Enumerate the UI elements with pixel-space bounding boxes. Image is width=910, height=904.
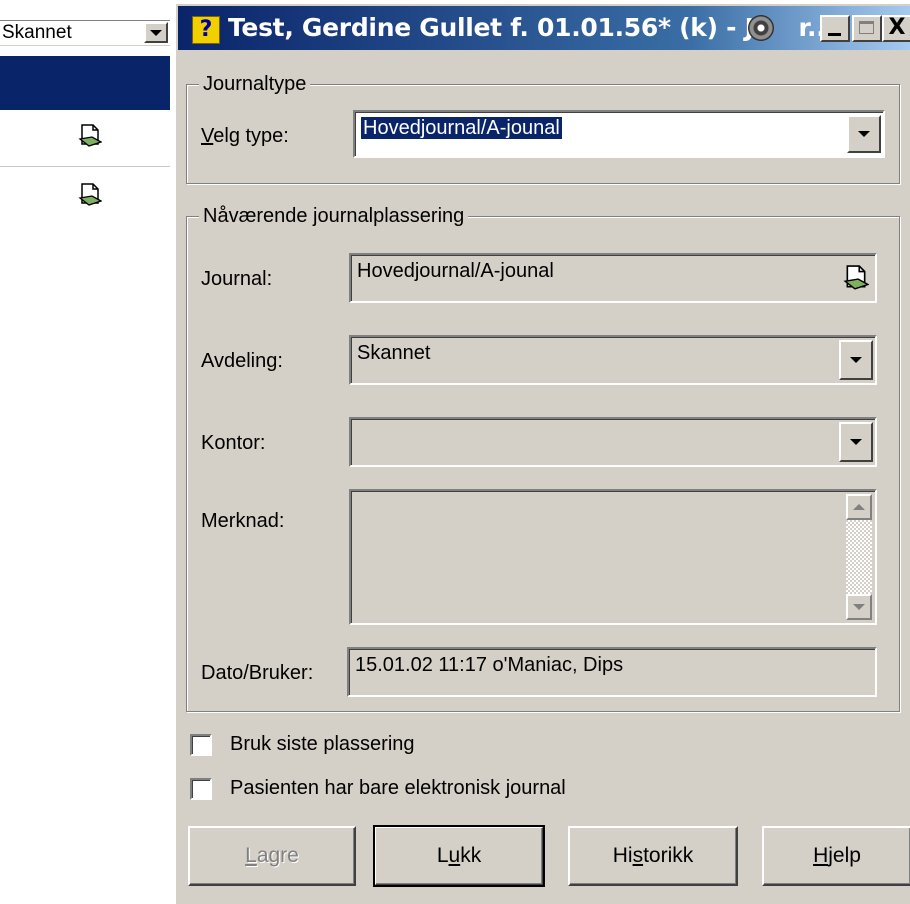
journal-dialog: ? Test, Gerdine Gullet f. 01.01.56* (k) … bbox=[174, 2, 910, 904]
dato-bruker-label: Dato/Bruker: bbox=[201, 662, 314, 684]
window-title: Test, Gerdine Gullet f. 01.01.56* (k) - … bbox=[228, 13, 835, 42]
help-app-icon: ? bbox=[192, 16, 220, 44]
document-printer-icon[interactable] bbox=[78, 183, 102, 207]
maximize-icon bbox=[859, 21, 874, 34]
close-icon: X bbox=[888, 15, 906, 40]
avdeling-select[interactable]: Skannet bbox=[349, 335, 877, 385]
scroll-up-button[interactable] bbox=[846, 494, 872, 520]
bruk-siste-plassering-checkbox[interactable] bbox=[190, 734, 212, 756]
background-list-row[interactable] bbox=[0, 171, 170, 227]
journal-value: Hovedjournal/A-jounal bbox=[357, 260, 554, 282]
velg-type-value: Hovedjournal/A-jounal bbox=[361, 117, 562, 139]
placement-group-title: Nåværende journalplassering bbox=[199, 204, 469, 228]
dato-bruker-value: 15.01.02 11:17 o'Maniac, Dips bbox=[355, 654, 624, 676]
minimize-button[interactable] bbox=[820, 15, 850, 42]
cd-disk-icon bbox=[748, 15, 774, 41]
chevron-down-icon bbox=[850, 357, 862, 363]
chevron-down-icon bbox=[850, 439, 862, 445]
lagre-button-label: Lagre bbox=[245, 844, 299, 867]
maximize-button[interactable] bbox=[852, 15, 882, 42]
background-combo-dropdown-button[interactable] bbox=[144, 22, 168, 43]
avdeling-dropdown-button[interactable] bbox=[839, 340, 873, 380]
arrow-up-icon bbox=[853, 504, 865, 510]
chevron-down-icon bbox=[858, 131, 870, 137]
hjelp-button-label: Hjelp bbox=[813, 844, 861, 867]
lagre-button[interactable]: Lagre bbox=[188, 826, 356, 886]
velg-type-label: Velg type: bbox=[201, 125, 289, 147]
background-list-panel: Skannet bbox=[0, 0, 172, 904]
scroll-down-button[interactable] bbox=[846, 594, 872, 620]
elektronisk-journal-label: Pasienten har bare elektronisk journal bbox=[230, 777, 566, 799]
title-bar[interactable]: ? Test, Gerdine Gullet f. 01.01.56* (k) … bbox=[178, 6, 910, 50]
avdeling-label: Avdeling: bbox=[201, 350, 283, 372]
kontor-select[interactable] bbox=[349, 417, 877, 467]
journal-label: Journal: bbox=[201, 268, 273, 290]
arrow-down-icon bbox=[853, 604, 865, 610]
journaltype-group-title: Journaltype bbox=[199, 72, 311, 96]
lukk-button[interactable]: Lukk bbox=[373, 825, 545, 887]
avdeling-value: Skannet bbox=[357, 342, 431, 364]
bruk-siste-plassering-label: Bruk siste plassering bbox=[230, 733, 415, 755]
journal-field: Hovedjournal/A-jounal bbox=[349, 253, 877, 303]
velg-type-dropdown-button[interactable] bbox=[847, 115, 881, 153]
elektronisk-journal-checkbox[interactable] bbox=[190, 778, 212, 800]
kontor-dropdown-button[interactable] bbox=[839, 422, 873, 462]
journaltype-group: Journaltype Velg type: Hovedjournal/A-jo… bbox=[186, 72, 900, 184]
kontor-label: Kontor: bbox=[201, 432, 266, 454]
lukk-button-label: Lukk bbox=[436, 844, 482, 867]
chevron-down-icon bbox=[150, 29, 162, 36]
background-list-row[interactable] bbox=[0, 110, 170, 167]
background-combo[interactable]: Skannet bbox=[0, 20, 170, 46]
close-button[interactable]: X bbox=[882, 15, 910, 42]
document-printer-icon[interactable] bbox=[843, 265, 869, 291]
velg-type-select[interactable]: Hovedjournal/A-jounal bbox=[353, 110, 885, 158]
document-printer-icon[interactable] bbox=[78, 124, 102, 148]
minimize-icon bbox=[828, 33, 841, 36]
dato-bruker-field: 15.01.02 11:17 o'Maniac, Dips bbox=[347, 647, 877, 697]
background-combo-value: Skannet bbox=[2, 22, 72, 43]
placement-group: Nåværende journalplassering Journal: Hov… bbox=[186, 204, 900, 712]
merknad-label: Merknad: bbox=[201, 510, 285, 532]
background-selected-row[interactable] bbox=[0, 56, 170, 110]
hjelp-button[interactable]: Hjelp bbox=[762, 826, 910, 886]
scroll-track[interactable] bbox=[846, 520, 872, 594]
merknad-textarea[interactable] bbox=[349, 489, 877, 625]
merknad-scrollbar[interactable] bbox=[846, 494, 872, 620]
historikk-button[interactable]: Historikk bbox=[568, 826, 738, 886]
historikk-button-label: Historikk bbox=[612, 844, 694, 867]
